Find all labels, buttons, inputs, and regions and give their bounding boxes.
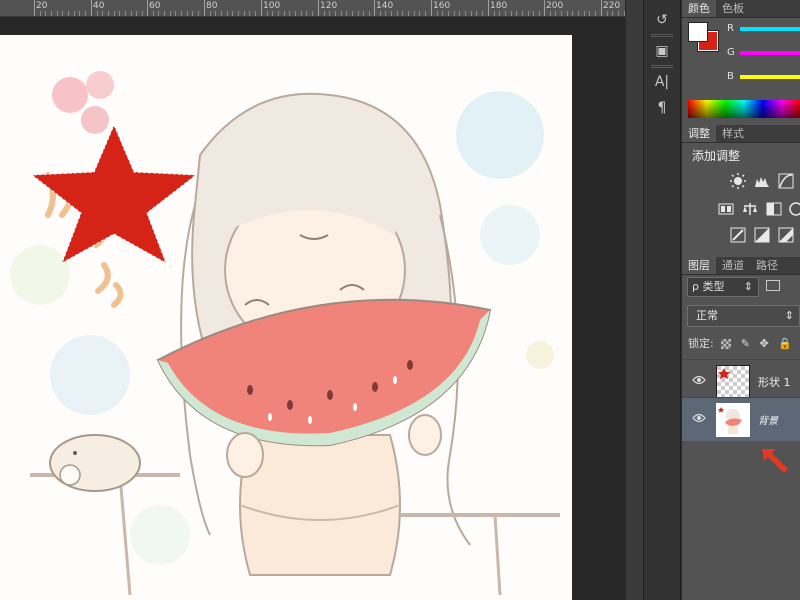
3d-icon[interactable]: ▣ xyxy=(648,39,676,63)
lock-pixels-icon[interactable]: ✎ xyxy=(741,337,750,350)
dock-grip[interactable] xyxy=(651,34,673,37)
ruler-major-tick xyxy=(261,0,262,16)
ruler-label: 120 xyxy=(320,1,338,11)
ruler-label: 80 xyxy=(206,1,218,11)
green-slider-label: G xyxy=(727,47,735,58)
levels-icon[interactable] xyxy=(754,173,770,189)
tab-layers[interactable]: 图层 xyxy=(682,257,716,274)
ruler-label: 20 xyxy=(36,1,48,11)
chevron-updown-icon: ⇕ xyxy=(784,309,794,322)
ruler-major-tick xyxy=(91,0,92,16)
layer-kind-filter[interactable]: ρ 类型 ⇕ xyxy=(687,277,759,297)
ruler-label: 60 xyxy=(149,1,161,11)
layers-panel: 图层 通道 路径 ρ 类型 ⇕ 正常 ⇕ 锁定: ✎ ✥ 🔒 形状 1 背景 xyxy=(682,257,800,600)
ruler-major-tick xyxy=(488,0,489,16)
ruler-major-tick xyxy=(544,0,545,16)
character-icon[interactable]: A| xyxy=(648,70,676,94)
dock-grip[interactable] xyxy=(651,65,673,68)
lock-position-icon[interactable]: ✥ xyxy=(759,337,768,350)
ruler-major-tick xyxy=(601,0,602,16)
document-workspace[interactable] xyxy=(0,17,625,600)
color-panel: 颜色 色板 R G B xyxy=(682,0,800,122)
adjustments-panel: 调整 样式 添加调整 xyxy=(682,125,800,255)
tab-color[interactable]: 颜色 xyxy=(682,0,716,17)
invert-icon[interactable] xyxy=(730,227,746,243)
ruler-major-tick xyxy=(374,0,375,16)
chevron-updown-icon: ⇕ xyxy=(743,280,753,293)
tab-adjustments[interactable]: 调整 xyxy=(682,125,716,142)
adjustments-tabs: 调整 样式 xyxy=(682,125,800,143)
lock-row: 锁定: ✎ ✥ 🔒 xyxy=(688,335,792,351)
tab-channels[interactable]: 通道 xyxy=(716,257,750,274)
ruler-label: 180 xyxy=(490,1,508,11)
black-white-icon[interactable] xyxy=(766,201,782,217)
ruler-label: 160 xyxy=(433,1,451,11)
blend-mode-value: 正常 xyxy=(696,309,718,322)
layer-thumbnail-background xyxy=(716,403,750,437)
gradient-map-icon[interactable] xyxy=(778,227,794,243)
posterize-icon[interactable] xyxy=(754,227,770,243)
ruler-label: 200 xyxy=(546,1,564,11)
layer-row-background[interactable]: 背景 xyxy=(682,397,800,441)
ruler-label: 100 xyxy=(263,1,281,11)
right-panels: 颜色 色板 R G B 调整 样式 添加调整 图层 通道 路径 ρ 类型 ⇕ 正… xyxy=(682,0,800,600)
color-panel-tabs: 颜色 色板 xyxy=(682,0,800,18)
tab-swatches[interactable]: 色板 xyxy=(716,0,750,17)
vibrance-icon[interactable] xyxy=(718,201,734,217)
star-thumbnail-icon xyxy=(718,368,730,379)
visibility-eye-icon[interactable] xyxy=(692,412,706,424)
color-balance-icon[interactable] xyxy=(742,201,758,217)
ruler-label: 40 xyxy=(93,1,105,11)
blend-mode-select[interactable]: 正常 ⇕ xyxy=(687,305,800,327)
red-slider-label: R xyxy=(727,23,734,34)
canvas-artwork xyxy=(10,71,560,596)
blue-slider-label: B xyxy=(727,71,734,82)
lock-all-icon[interactable]: 🔒 xyxy=(778,337,792,350)
photo-filter-icon[interactable] xyxy=(788,201,800,217)
artwork-thumbnail-icon xyxy=(718,407,742,434)
curves-icon[interactable] xyxy=(778,173,794,189)
tab-paths[interactable]: 路径 xyxy=(750,257,784,274)
layer-name: 形状 1 xyxy=(758,376,791,389)
ruler-label: 220 xyxy=(603,1,621,11)
layers-tabs: 图层 通道 路径 xyxy=(682,257,800,275)
document-canvas[interactable] xyxy=(0,35,572,600)
ruler-major-tick xyxy=(431,0,432,16)
ruler-major-tick xyxy=(147,0,148,16)
brightness-icon[interactable] xyxy=(730,173,746,189)
visibility-eye-icon[interactable] xyxy=(692,374,706,386)
image-filter-icon[interactable] xyxy=(766,280,780,291)
layer-name: 背景 xyxy=(758,416,778,427)
tab-styles[interactable]: 样式 xyxy=(716,125,750,142)
layer-thumbnail-shape xyxy=(716,365,750,399)
color-spectrum[interactable] xyxy=(688,100,800,118)
lock-transparency-icon[interactable] xyxy=(721,339,732,349)
green-slider[interactable] xyxy=(740,51,800,55)
red-slider[interactable] xyxy=(740,27,800,31)
foreground-color-swatch[interactable] xyxy=(688,22,708,42)
layer-kind-label: ρ 类型 xyxy=(692,280,725,293)
add-adjustment-title: 添加调整 xyxy=(692,149,741,163)
ruler-major-tick xyxy=(34,0,35,16)
panel-dock: ↺ ▣ A| ¶ xyxy=(643,0,681,600)
paragraph-icon[interactable]: ¶ xyxy=(648,96,676,120)
vertical-scrollbar[interactable] xyxy=(625,0,643,600)
ruler-label: 140 xyxy=(376,1,394,11)
horizontal-ruler[interactable]: 20 40 60 80 100 120 140 160 180 200 220 xyxy=(0,0,625,17)
red-star-shape xyxy=(30,123,198,265)
blue-slider[interactable] xyxy=(740,75,800,79)
history-icon[interactable]: ↺ xyxy=(648,8,676,32)
ruler-major-tick xyxy=(318,0,319,16)
ruler-major-tick xyxy=(204,0,205,16)
lock-label: 锁定: xyxy=(688,337,714,350)
red-arrow-annotation-icon xyxy=(762,449,788,473)
